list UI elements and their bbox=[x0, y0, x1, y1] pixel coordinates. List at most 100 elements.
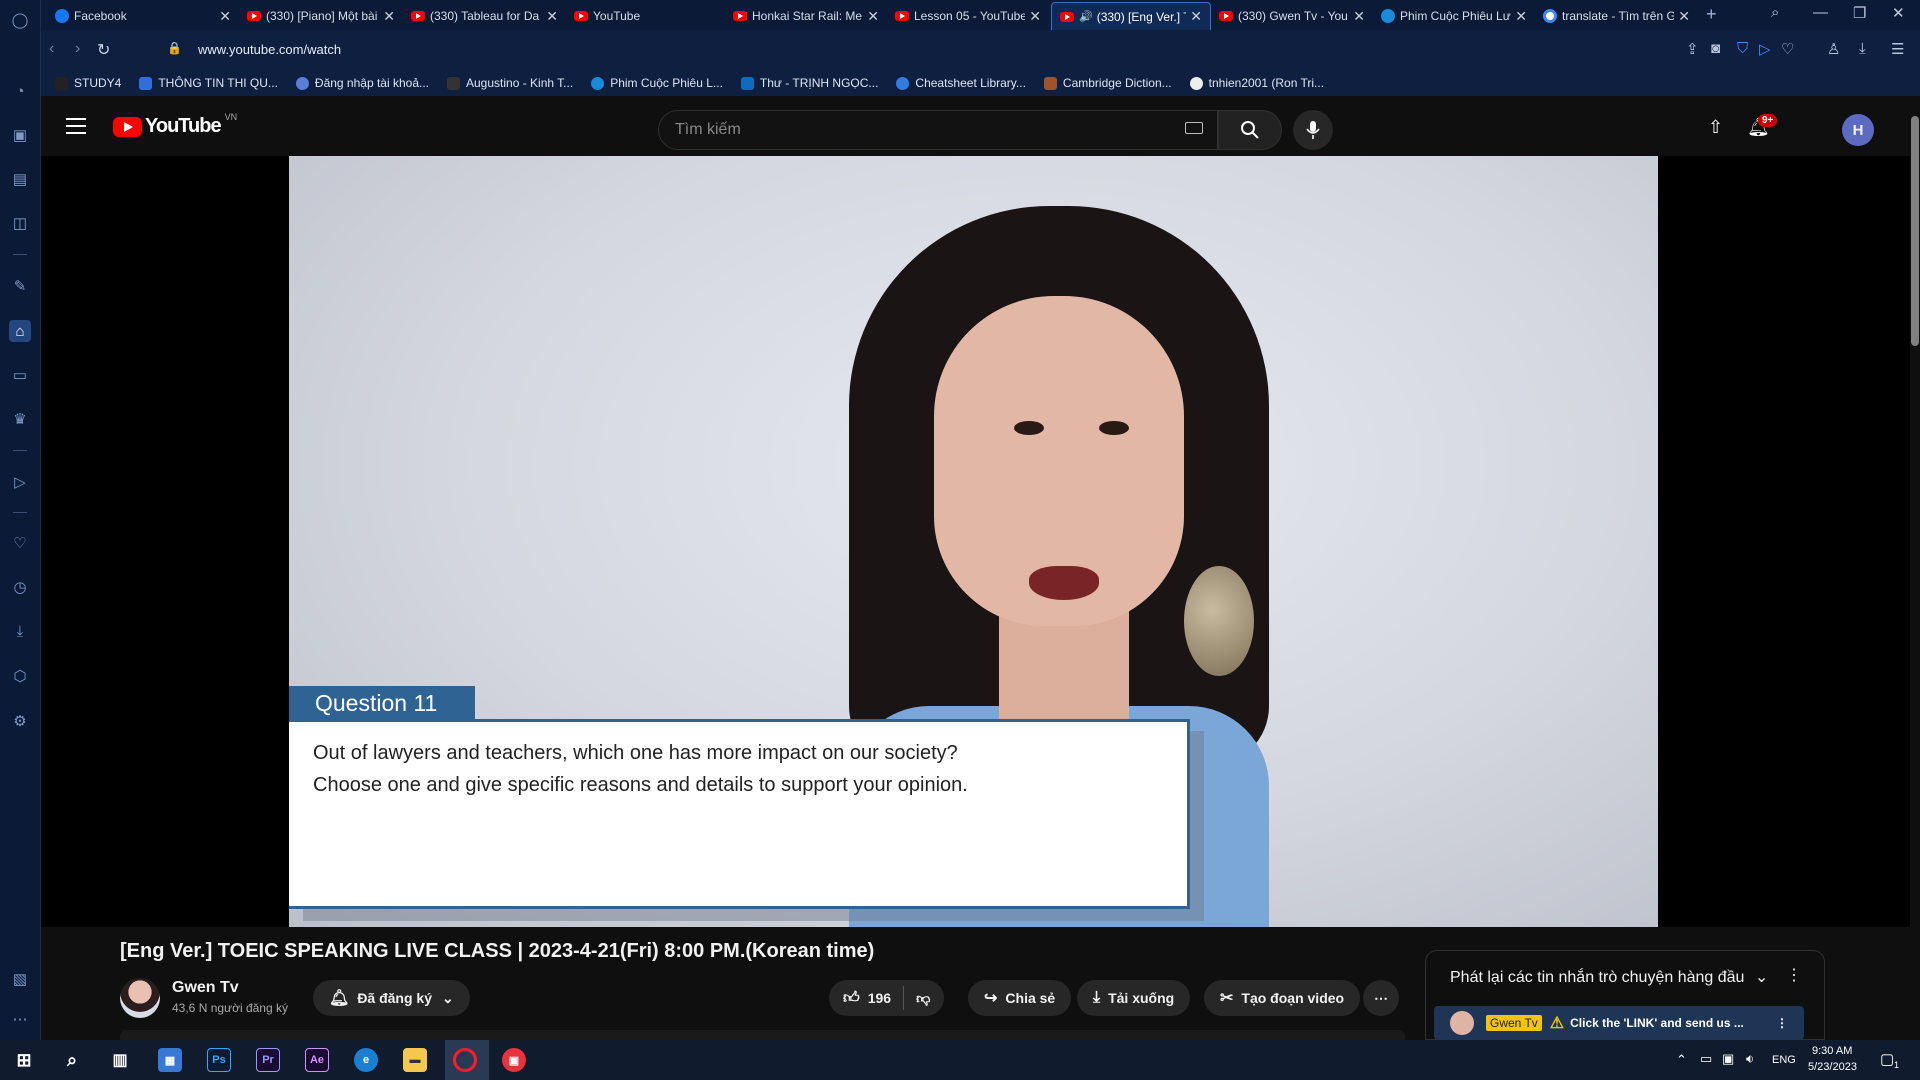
close-icon[interactable]: ✕ bbox=[1190, 8, 1202, 25]
chevron-up-icon[interactable]: ⌃ bbox=[1676, 1052, 1687, 1068]
tab-phim[interactable]: Phim Cuộc Phiêu Lư ✕ bbox=[1373, 2, 1535, 30]
tab-youtube[interactable]: (330) [Piano] Một bài ✕ bbox=[239, 2, 403, 30]
workspace-icon[interactable]: ▣ bbox=[9, 124, 31, 146]
close-icon[interactable]: ✕ bbox=[383, 8, 395, 25]
clock-time[interactable]: 9:30 AM bbox=[1812, 1045, 1852, 1057]
chat-title[interactable]: Phát lại các tin nhắn trò chuyện hàng đầ… bbox=[1450, 967, 1768, 987]
subscribed-button[interactable]: 🔔︎ Đã đăng ký ⌄ bbox=[313, 980, 470, 1016]
clip-button[interactable]: ✂ Tạo đoạn video bbox=[1204, 980, 1361, 1016]
avatar[interactable]: H bbox=[1842, 114, 1874, 146]
scrollbar-thumb[interactable] bbox=[1911, 116, 1919, 346]
upload-icon[interactable]: ⇧ bbox=[1708, 117, 1723, 138]
photoshop-icon[interactable]: Ps bbox=[207, 1048, 231, 1072]
vpn-shield-icon[interactable]: ⛉ bbox=[1737, 40, 1748, 57]
restore-button[interactable]: ❐ bbox=[1853, 4, 1866, 22]
speed-dial-icon[interactable]: ◔ bbox=[9, 80, 31, 102]
tab-facebook[interactable]: Facebook ✕ bbox=[47, 2, 239, 30]
pen-icon[interactable]: ✎ bbox=[9, 275, 31, 297]
gamepad-icon[interactable]: ▭ bbox=[9, 364, 31, 386]
opera-menu-icon[interactable]: ◯ bbox=[9, 9, 31, 31]
opera-icon[interactable] bbox=[453, 1048, 477, 1072]
task-view-icon[interactable]: ▥ bbox=[108, 1048, 132, 1072]
easy-setup-icon[interactable]: ☰ bbox=[1891, 40, 1904, 58]
clock-date[interactable]: 5/23/2023 bbox=[1808, 1061, 1857, 1073]
tab-active-video[interactable]: 🔊 (330) [Eng Ver.] T ✕ bbox=[1051, 2, 1211, 30]
send-icon[interactable]: ▷ bbox=[9, 471, 31, 493]
minimize-button[interactable]: — bbox=[1813, 4, 1828, 21]
voice-search-button[interactable] bbox=[1293, 110, 1333, 150]
bookmark-item[interactable]: STUDY4 bbox=[55, 76, 121, 90]
volume-icon[interactable]: 🔉︎ bbox=[1746, 1051, 1754, 1067]
more-actions-button[interactable]: ⋯ bbox=[1363, 980, 1399, 1016]
tab-youtube[interactable]: Honkai Star Rail: Me ✕ bbox=[725, 2, 887, 30]
bookmark-item[interactable]: tnhien2001 (Ron Tri... bbox=[1189, 76, 1324, 90]
windows-start-icon[interactable]: ⊞ bbox=[12, 1048, 36, 1072]
more-vert-icon[interactable]: ⋮ bbox=[1776, 1016, 1788, 1030]
reload-icon[interactable]: ↻ bbox=[97, 40, 110, 60]
downloads-icon[interactable]: ⤓ bbox=[1859, 40, 1866, 57]
share-icon[interactable]: ⇪ bbox=[1686, 40, 1699, 58]
close-icon[interactable]: ✕ bbox=[219, 8, 231, 25]
crown-icon[interactable]: ♛ bbox=[9, 408, 31, 430]
tab-youtube[interactable]: (330) Gwen Tv - You ✕ bbox=[1211, 2, 1373, 30]
keyboard-icon[interactable] bbox=[1185, 122, 1203, 134]
video-frame[interactable]: Question 11 Out of lawyers and teachers,… bbox=[289, 156, 1658, 927]
share-button[interactable]: ↪ Chia sẻ bbox=[968, 980, 1072, 1016]
action-center-icon[interactable]: ▢ bbox=[1880, 1050, 1894, 1068]
close-icon[interactable]: ✕ bbox=[1029, 8, 1041, 25]
battery-icon[interactable]: ▭ bbox=[1700, 1051, 1712, 1067]
more-icon[interactable]: ⋯ bbox=[9, 1008, 31, 1030]
new-tab-button[interactable]: + bbox=[1706, 4, 1717, 25]
close-window-button[interactable]: ✕ bbox=[1892, 4, 1905, 22]
gallery-icon[interactable]: ▧ bbox=[9, 968, 31, 990]
send-icon[interactable]: ▷ bbox=[1759, 40, 1771, 58]
tab-youtube[interactable]: Lesson 05 - YouTube ✕ bbox=[887, 2, 1049, 30]
bookmark-item[interactable]: Cheatsheet Library... bbox=[896, 76, 1026, 90]
more-vert-icon[interactable]: ⋮ bbox=[1786, 965, 1802, 985]
bookmark-item[interactable]: Cambridge Diction... bbox=[1043, 76, 1172, 90]
heart-icon[interactable]: ♡ bbox=[1781, 40, 1794, 58]
like-count[interactable]: 196 bbox=[868, 990, 891, 1006]
forward-icon[interactable]: › bbox=[75, 40, 80, 58]
channel-avatar[interactable] bbox=[120, 978, 160, 1018]
bookmark-item[interactable]: Đăng nhập tài khoả... bbox=[295, 76, 429, 90]
menu-icon[interactable] bbox=[66, 118, 86, 134]
edge-icon[interactable]: e bbox=[354, 1048, 378, 1072]
youtube-logo[interactable]: YouTube VN bbox=[113, 112, 237, 138]
camera-icon[interactable]: ◙ bbox=[1711, 40, 1720, 57]
cube-icon[interactable]: ⬡ bbox=[9, 665, 31, 687]
profile-icon[interactable]: ♙ bbox=[1827, 40, 1840, 58]
language-indicator[interactable]: ENG bbox=[1772, 1054, 1796, 1066]
network-icon[interactable]: ▣ bbox=[1722, 1051, 1734, 1067]
download-button[interactable]: ⤓ Tải xuống bbox=[1077, 980, 1191, 1016]
file-explorer-icon[interactable]: ▬ bbox=[403, 1048, 427, 1072]
download-icon[interactable]: ⤓ bbox=[9, 620, 31, 642]
heart-icon[interactable]: ♡ bbox=[9, 532, 31, 554]
settings-icon[interactable]: ⚙ bbox=[9, 710, 31, 732]
store-icon[interactable]: ▦ bbox=[158, 1048, 182, 1072]
search-tabs-icon[interactable]: ⌕ bbox=[1771, 4, 1779, 21]
close-icon[interactable]: ✕ bbox=[1353, 8, 1365, 25]
like-icon[interactable]: 👍︎ bbox=[843, 989, 860, 1008]
app-icon[interactable]: ▣ bbox=[502, 1048, 526, 1072]
messenger-icon[interactable]: ▤ bbox=[9, 168, 31, 190]
premiere-icon[interactable]: Pr bbox=[256, 1048, 280, 1072]
close-icon[interactable]: ✕ bbox=[1678, 8, 1690, 25]
bookmark-item[interactable]: Augustino - Kinh T... bbox=[447, 76, 573, 90]
tab-google[interactable]: translate - Tìm trên G ✕ bbox=[1535, 2, 1698, 30]
video-player[interactable]: Question 11 Out of lawyers and teachers,… bbox=[41, 156, 1910, 927]
history-icon[interactable]: ◷ bbox=[9, 576, 31, 598]
speaker-icon[interactable]: 🔊 bbox=[1079, 10, 1093, 23]
bookmark-item[interactable]: Phim Cuộc Phiêu L... bbox=[591, 76, 723, 90]
url-field[interactable]: www.youtube.com/watch bbox=[198, 42, 341, 57]
channel-name[interactable]: Gwen Tv bbox=[172, 979, 239, 997]
pinned-message[interactable]: Gwen Tv ⚠ Click the 'LINK' and send us .… bbox=[1434, 1006, 1804, 1040]
close-icon[interactable]: ✕ bbox=[546, 8, 558, 25]
tab-youtube[interactable]: (330) Tableau for Da ✕ bbox=[403, 2, 566, 30]
instagram-icon[interactable]: ◫ bbox=[9, 212, 31, 234]
back-icon[interactable]: ‹ bbox=[49, 40, 54, 58]
after-effects-icon[interactable]: Ae bbox=[305, 1048, 329, 1072]
home-icon[interactable]: ⌂ bbox=[9, 320, 31, 342]
close-icon[interactable]: ✕ bbox=[867, 8, 879, 25]
bookmark-item[interactable]: Thư - TRỊNH NGỌC... bbox=[740, 76, 878, 90]
